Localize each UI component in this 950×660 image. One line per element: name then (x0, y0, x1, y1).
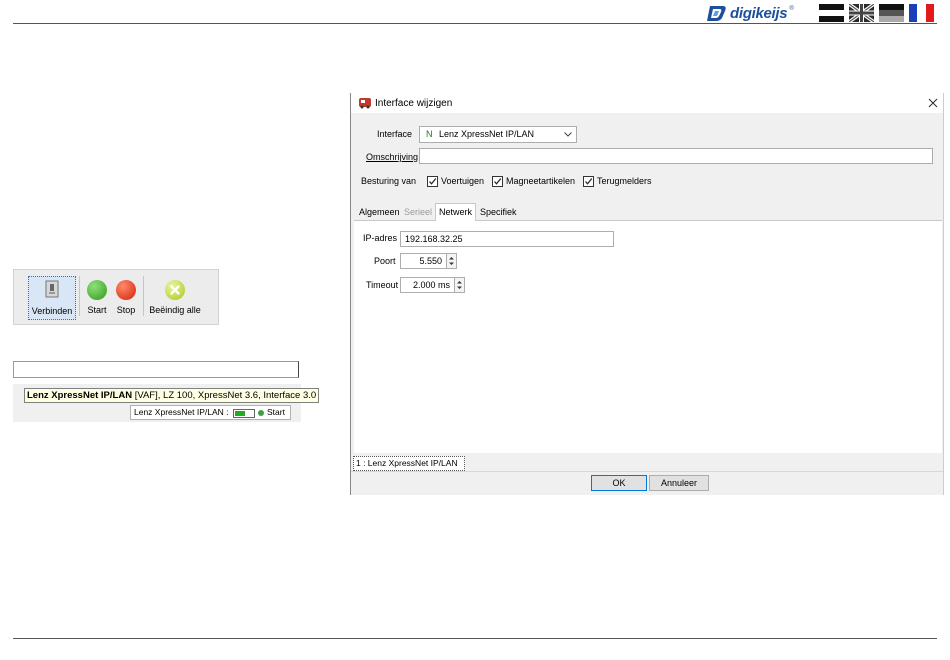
stop-all-label: Beëindig alle (149, 305, 201, 315)
tooltip-interface-name: Lenz XpressNet IP/LAN (27, 390, 133, 401)
tab-network[interactable]: Netwerk (435, 203, 477, 221)
logo-text: digikeijs (730, 4, 788, 22)
interface-dialog: Interface wijzigen Interface N Lenz Xpre… (350, 93, 944, 495)
connection-status[interactable]: Lenz XpressNet IP/LAN : Start (130, 405, 291, 420)
timeout-spinner[interactable]: 2.000 ms (400, 277, 465, 293)
stop-label: Stop (116, 305, 136, 315)
fr-flag[interactable] (909, 4, 934, 22)
spinner-arrows-icon[interactable] (446, 254, 456, 268)
spinner-arrows-icon[interactable] (454, 278, 464, 292)
feedback-label: Terugmelders (597, 176, 652, 186)
turnouts-checkbox[interactable]: Magneetartikelen (492, 175, 575, 187)
start-label: Start (87, 305, 107, 315)
interface-prefix: N (426, 129, 433, 139)
timeout-label: Timeout (366, 280, 399, 290)
status-field (13, 361, 299, 378)
network-panel: IP-adres 192.168.32.25 Poort 5.550 Timeo… (354, 220, 942, 453)
port-value: 5.550 (419, 256, 442, 266)
turnouts-label: Magneetartikelen (506, 176, 576, 186)
interface-select[interactable]: N Lenz XpressNet IP/LAN (419, 126, 577, 143)
switch-icon (45, 280, 59, 298)
connect-label: Verbinden (31, 306, 73, 316)
stop-button[interactable]: Stop (113, 276, 139, 318)
vehicles-label: Voertuigen (441, 176, 485, 186)
toolbar-separator (79, 276, 80, 316)
connection-state: Start (267, 407, 285, 417)
nl-flag[interactable] (819, 4, 844, 22)
de-flag[interactable] (879, 4, 904, 22)
port-label: Poort (374, 256, 396, 266)
interface-value: Lenz XpressNet IP/LAN (439, 129, 535, 139)
chevron-down-icon (564, 132, 572, 137)
timeout-value: 2.000 ms (412, 280, 450, 290)
uk-flag[interactable] (849, 4, 874, 22)
checkbox-checked-icon (427, 175, 438, 187)
logo-registered-mark: ® (789, 6, 794, 12)
checkbox-checked-icon (583, 175, 594, 187)
red-circle-icon (116, 280, 136, 300)
description-label: Omschrijving (366, 152, 419, 162)
dialog-title: Interface wijzigen (375, 98, 453, 109)
dialog-titlebar: Interface wijzigen (351, 93, 943, 113)
ok-button[interactable]: OK (591, 475, 647, 491)
connect-button[interactable]: Verbinden (28, 276, 76, 320)
close-icon[interactable] (928, 98, 938, 108)
interface-list-item[interactable]: 1 : Lenz XpressNet IP/LAN (353, 456, 465, 471)
stop-all-button[interactable]: Beëindig alle (147, 276, 203, 318)
interface-tooltip: Lenz XpressNet IP/LAN [VAF], LZ 100, Xpr… (24, 388, 320, 403)
tab-general[interactable]: Algemeen (357, 205, 402, 219)
status-dot-icon (258, 410, 264, 416)
toolbar: Verbinden Start Stop Beëindig alle (13, 269, 219, 325)
toolbar-separator (143, 276, 144, 316)
feedback-checkbox[interactable]: Terugmelders (583, 175, 652, 187)
tooltip-details: [VAF], LZ 100, XpressNet 3.6, Interface … (132, 390, 317, 401)
locomotive-icon (359, 98, 371, 109)
header-rule (13, 23, 937, 24)
status-panel: Lenz XpressNet IP/LAN [VAF], LZ 100, Xpr… (13, 384, 320, 422)
cancel-button[interactable]: Annuleer (649, 475, 709, 491)
description-input[interactable] (419, 148, 933, 164)
control-label: Besturing van (361, 176, 417, 186)
footer-rule (13, 638, 937, 639)
tab-serial: Serieel (404, 207, 433, 217)
vehicles-checkbox[interactable]: Voertuigen (427, 175, 484, 187)
dialog-divider (351, 471, 943, 472)
connection-meter (233, 409, 255, 418)
green-circle-icon (87, 280, 107, 300)
start-button[interactable]: Start (84, 276, 110, 318)
tab-specific[interactable]: Specifiek (478, 205, 519, 219)
interface-label: Interface (377, 129, 413, 139)
digikeijs-logo-icon (707, 6, 726, 21)
ip-label: IP-adres (363, 233, 398, 243)
stop-all-icon (165, 280, 185, 300)
digikeijs-logo: digikeijs ® (706, 4, 794, 22)
checkbox-checked-icon (492, 175, 503, 187)
connection-label: Lenz XpressNet IP/LAN : (134, 407, 229, 417)
ip-input[interactable]: 192.168.32.25 (400, 231, 614, 247)
port-spinner[interactable]: 5.550 (400, 253, 457, 269)
